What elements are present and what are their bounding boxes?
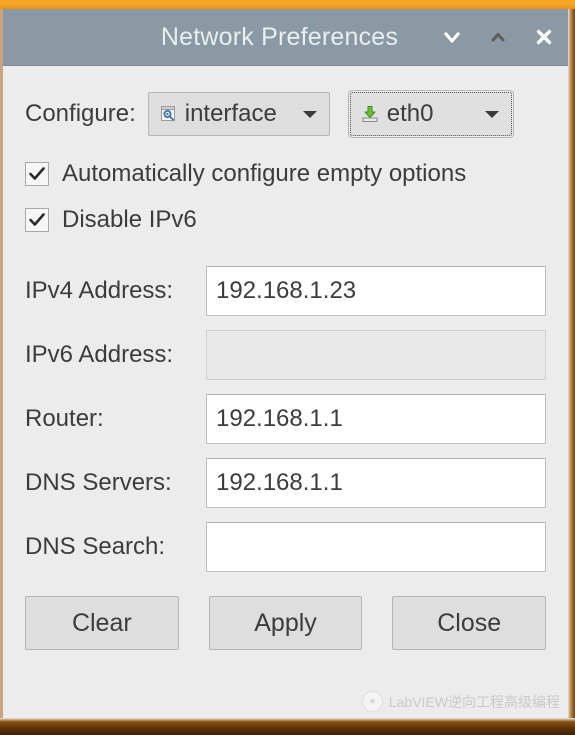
configure-mode-select[interactable]: interface — [147, 92, 330, 136]
apply-button[interactable]: Apply — [208, 596, 363, 650]
chevron-down-icon[interactable] — [442, 27, 462, 47]
network-preferences-window: Network Preferences Configure: interface… — [3, 9, 568, 718]
chevron-down-icon[interactable] — [287, 108, 319, 120]
watermark-text: LabVIEW逆向工程高级编程 — [388, 693, 560, 710]
close-button[interactable]: Close — [392, 596, 547, 650]
dns-search-row: DNS Search: — [25, 520, 546, 574]
window-frame-bottom-edge — [0, 718, 575, 735]
ipv6-address-row: IPv6 Address: — [25, 328, 546, 382]
chevron-up-icon[interactable] — [488, 27, 508, 47]
screen: Network Preferences Configure: interface… — [0, 0, 575, 735]
disable-ipv6-checkbox[interactable] — [25, 208, 49, 232]
watermark: ● LabVIEW逆向工程高级编程 — [361, 691, 560, 712]
configure-device-select[interactable]: eth0 — [347, 90, 514, 138]
ipv4-address-input[interactable] — [206, 266, 546, 316]
ipv6-address-input — [206, 330, 546, 380]
configure-row: Configure: interface eth0 — [25, 66, 546, 138]
auto-configure-empty-options-label: Automatically configure empty options — [62, 160, 467, 187]
dns-servers-input[interactable] — [206, 458, 546, 508]
circular-logo-icon: ● — [361, 691, 383, 712]
titlebar[interactable]: Network Preferences — [3, 9, 568, 66]
dns-servers-row: DNS Servers: — [25, 456, 546, 510]
window-content: Configure: interface eth0 Automatically … — [3, 66, 568, 718]
configure-label: Configure: — [25, 100, 136, 127]
router-row: Router: — [25, 392, 546, 446]
ipv4-address-row: IPv4 Address: — [25, 264, 546, 318]
titlebar-button-group — [442, 9, 554, 65]
dns-search-input[interactable] — [206, 522, 546, 572]
disable-ipv6-row[interactable]: Disable IPv6 — [25, 206, 546, 234]
chevron-down-icon[interactable] — [469, 108, 501, 120]
window-title: Network Preferences — [160, 22, 399, 51]
configure-mode-value: interface — [184, 100, 277, 127]
router-input[interactable] — [206, 394, 546, 444]
auto-configure-empty-options-checkbox[interactable] — [25, 162, 49, 186]
interface-properties-icon — [157, 103, 179, 125]
clear-button[interactable]: Clear — [25, 596, 179, 650]
configure-device-value: eth0 — [386, 100, 434, 127]
ipv6-address-label: IPv6 Address: — [25, 341, 174, 368]
router-label: Router: — [25, 405, 104, 432]
network-fields: IPv4 Address: IPv6 Address: Router: DNS … — [25, 264, 546, 574]
auto-configure-empty-options-row[interactable]: Automatically configure empty options — [25, 160, 546, 188]
disable-ipv6-label: Disable IPv6 — [62, 206, 197, 233]
network-install-icon — [359, 103, 381, 125]
window-frame-right-edge — [568, 9, 575, 718]
dns-search-label: DNS Search: — [25, 533, 166, 560]
dns-servers-label: DNS Servers: — [25, 469, 172, 496]
close-icon[interactable] — [534, 27, 554, 47]
ipv4-address-label: IPv4 Address: — [25, 277, 174, 304]
dialog-button-bar: Clear Apply Close — [25, 596, 547, 650]
window-frame-top-accent — [0, 0, 575, 9]
